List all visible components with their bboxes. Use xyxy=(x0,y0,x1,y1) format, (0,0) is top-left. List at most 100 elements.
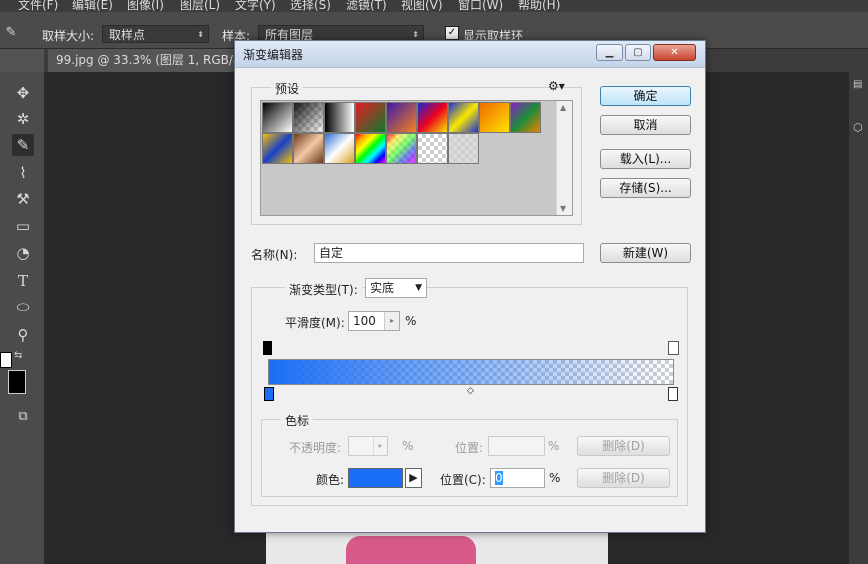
swap-colors-icon[interactable]: ⇆ xyxy=(14,350,22,361)
brush-tool-icon[interactable]: ⌇ xyxy=(12,162,34,184)
opacity-label: 不透明度: xyxy=(289,441,342,455)
preset-orange-yellow[interactable] xyxy=(479,102,510,133)
opacity-popup-icon: ▸ xyxy=(373,437,387,455)
stamp-tool-icon[interactable]: ⚒ xyxy=(12,188,34,210)
gradient-type-label: 渐变类型(T): xyxy=(285,281,362,298)
scroll-down-icon[interactable]: ▼ xyxy=(560,204,566,213)
menu-window[interactable]: 窗口(W) xyxy=(458,0,503,12)
preset-violet-orange[interactable] xyxy=(386,102,417,133)
gradient-tool-icon[interactable]: ▭ xyxy=(12,215,34,237)
scroll-up-icon[interactable]: ▲ xyxy=(560,103,566,112)
preset-swatches: ▲ ▼ xyxy=(260,100,573,216)
opacity-position-label: 位置: xyxy=(455,441,484,455)
panel-arrange-icon[interactable]: ▤ xyxy=(853,79,862,90)
minimize-icon[interactable]: ▁ xyxy=(596,44,623,61)
document-image xyxy=(266,530,608,564)
ok-button[interactable]: 确定 xyxy=(600,86,691,106)
midpoint-diamond-icon[interactable]: ◇ xyxy=(467,386,474,396)
menu-image[interactable]: 图像(I) xyxy=(127,0,164,12)
preset-spectrum[interactable] xyxy=(355,133,386,164)
gradient-type-select[interactable]: 实底 ▼ xyxy=(365,278,427,298)
preset-fg-transparent[interactable] xyxy=(293,102,324,133)
menu-edit[interactable]: 编辑(E) xyxy=(72,0,113,12)
color-delete-button: 删除(D) xyxy=(577,468,670,488)
right-panel-strip: ▤ ⬡ xyxy=(849,49,868,564)
color-position-input[interactable]: 0 xyxy=(490,468,545,488)
document-tab[interactable]: 99.jpg @ 33.3% (图层 1, RGB/8#) xyxy=(48,49,264,72)
eyedropper-icon[interactable]: ✎ xyxy=(0,22,22,44)
close-icon[interactable]: ✕ xyxy=(653,44,696,61)
save-button[interactable]: 存储(S)... xyxy=(600,178,691,198)
color-position-unit: % xyxy=(549,471,561,485)
opacity-delete-button: 删除(D) xyxy=(577,436,670,456)
preset-red-green[interactable] xyxy=(355,102,386,133)
presets-label: 预设 xyxy=(271,80,304,97)
presets-scrollbar[interactable]: ▲ ▼ xyxy=(556,101,572,215)
magic-wand-icon[interactable]: ✲ xyxy=(12,108,34,130)
menu-select[interactable]: 选择(S) xyxy=(290,0,331,12)
preset-copper[interactable] xyxy=(293,133,324,164)
menu-filter[interactable]: 滤镜(T) xyxy=(346,0,387,12)
smoothness-label: 平滑度(M): xyxy=(285,316,345,330)
move-tool-icon[interactable]: ✥ xyxy=(12,82,34,104)
opacity-unit: % xyxy=(402,439,414,453)
opacity-stop-right[interactable] xyxy=(668,341,679,355)
zoom-tool-icon[interactable]: ⚲ xyxy=(12,324,34,346)
smoothness-unit: % xyxy=(405,314,417,328)
menu-layer[interactable]: 图层(L) xyxy=(180,0,220,12)
color-picker-arrow-icon[interactable]: ▶ xyxy=(405,468,422,488)
menu-view[interactable]: 视图(V) xyxy=(401,0,443,12)
screen-mode-icon[interactable]: ⧉ xyxy=(12,406,34,428)
image-subject xyxy=(346,536,476,564)
smoothness-input[interactable]: 100 ▸ xyxy=(348,311,400,331)
preset-blue-red-yellow[interactable] xyxy=(417,102,448,133)
preset-transparent-rainbow[interactable] xyxy=(386,133,417,164)
show-ring-checkbox[interactable]: ✓ xyxy=(445,26,459,40)
load-button[interactable]: 载入(L)... xyxy=(600,149,691,169)
sample-size-select[interactable]: 取样点 ⬍ xyxy=(102,25,209,43)
menu-file[interactable]: 文件(F) xyxy=(18,0,58,12)
preset-yellow-violet[interactable] xyxy=(262,133,293,164)
gradient-preview-bar[interactable] xyxy=(268,359,674,385)
dialog-titlebar[interactable]: 渐变编辑器 ▁ ▢ ✕ xyxy=(235,41,705,68)
opacity-input: ▸ xyxy=(348,436,388,456)
menu-bar: 文件(F) 编辑(E) 图像(I) 图层(L) 文字(Y) 选择(S) 滤镜(T… xyxy=(0,0,868,12)
panel-3d-icon[interactable]: ⬡ xyxy=(853,121,863,134)
stops-group-label: 色标 xyxy=(281,412,314,429)
type-tool-icon[interactable]: T xyxy=(12,270,34,292)
color-swatch-fill xyxy=(349,469,402,487)
sample-size-label: 取样大小: xyxy=(42,29,95,43)
smudge-tool-icon[interactable]: ◔ xyxy=(12,242,34,264)
color-stop-left[interactable] xyxy=(264,387,274,401)
preset-violet-green-orange[interactable] xyxy=(510,102,541,133)
menu-help[interactable]: 帮助(H) xyxy=(518,0,560,12)
gradient-editor-dialog: 渐变编辑器 ▁ ▢ ✕ 预设 ⚙▾ ▲ ▼ 确定 取消 载入(L)... 存储(… xyxy=(234,40,706,533)
opacity-position-unit: % xyxy=(548,439,560,453)
smoothness-popup-icon[interactable]: ▸ xyxy=(384,312,399,330)
preset-fg-bg[interactable] xyxy=(262,102,293,133)
new-button[interactable]: 新建(W) xyxy=(600,243,691,263)
background-color-swatch[interactable] xyxy=(8,370,26,394)
foreground-color-swatch[interactable] xyxy=(0,352,12,368)
color-position-label: 位置(C): xyxy=(440,473,486,487)
maximize-icon[interactable]: ▢ xyxy=(625,44,651,61)
name-input[interactable]: 自定 xyxy=(314,243,584,263)
dialog-title: 渐变编辑器 xyxy=(243,48,304,62)
menu-type[interactable]: 文字(Y) xyxy=(235,0,276,12)
updown-arrow-icon: ⬍ xyxy=(197,30,204,39)
opacity-stop-left[interactable] xyxy=(263,341,272,355)
color-swatch[interactable] xyxy=(348,468,403,488)
color-label: 颜色: xyxy=(316,473,345,487)
name-label: 名称(N): xyxy=(251,248,298,262)
cancel-button[interactable]: 取消 xyxy=(600,115,691,135)
preset-chrome[interactable] xyxy=(324,133,355,164)
preset-transparent-stripes[interactable] xyxy=(417,133,448,164)
preset-black-white[interactable] xyxy=(324,102,355,133)
dropdown-arrow-icon: ▼ xyxy=(415,283,422,293)
color-stop-right[interactable] xyxy=(668,387,678,401)
preset-blue-yellow-blue[interactable] xyxy=(448,102,479,133)
ellipse-tool-icon[interactable]: ⬭ xyxy=(12,296,34,318)
eyedropper-tool-icon[interactable]: ✎ xyxy=(12,134,34,156)
gear-icon[interactable]: ⚙▾ xyxy=(548,79,565,93)
preset-custom[interactable] xyxy=(448,133,479,164)
